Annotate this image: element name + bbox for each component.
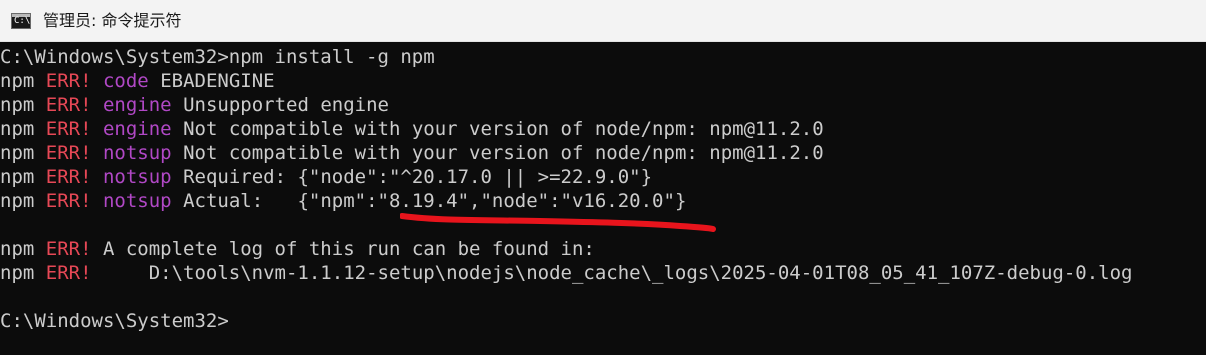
console-text: npm [0,142,46,164]
npm-err-label: ERR! [45,166,92,188]
console-line: npm ERR! notsup Required: {"node":"^20.1… [0,165,652,189]
npm-err-category: engine [102,94,172,116]
npm-err-label: ERR! [45,190,92,212]
npm-err-label: ERR! [45,118,92,140]
console-line: npm ERR! A complete log of this run can … [0,237,595,261]
console-text: Not compatible with your version of node… [171,118,824,140]
window-title: 管理员: 命令提示符 [43,11,182,30]
npm-err-category: notsup [102,190,172,212]
npm-err-category: engine [102,118,172,140]
console-text: npm [0,190,46,212]
console-text: Actual: {"npm":"8.19.4","node":"v16.20.0… [171,190,687,212]
npm-err-label: ERR! [45,70,92,92]
npm-err-category: notsup [102,142,172,164]
npm-err-label: ERR! [45,238,92,260]
console-line: C:\Windows\System32> [0,309,229,333]
console-line: npm ERR! engine Not compatible with your… [0,117,824,141]
console-text: Required: {"node":"^20.17.0 || >=22.9.0"… [171,166,653,188]
console-line: C:\Windows\System32>npm install -g npm [0,45,435,69]
console-text: C:\Windows\System32> [0,310,229,332]
cmd-icon-glyph: C:\ [14,16,31,26]
npm-err-label: ERR! [45,94,92,116]
console-line: npm ERR! D:\tools\nvm-1.1.12-setup\nodej… [0,261,1132,285]
console-text: Not compatible with your version of node… [171,142,824,164]
command-prompt-window: C:\ 管理员: 命令提示符 C:\Windows\System32>npm i… [0,0,1206,355]
console-line: npm ERR! notsup Actual: {"npm":"8.19.4",… [0,189,686,213]
console-text: npm [0,94,46,116]
console-line: npm ERR! code EBADENGINE [0,69,275,93]
console-text: npm [0,262,46,284]
npm-err-label: ERR! [45,142,92,164]
title-bar[interactable]: C:\ 管理员: 命令提示符 [0,0,1206,42]
console-text: npm [0,70,46,92]
npm-err-category: code [102,70,149,92]
console-text: Unsupported engine [171,94,389,116]
cmd-icon: C:\ [11,13,31,29]
npm-err-label: ERR! [45,262,92,284]
console-text: npm [0,166,46,188]
console-text: C:\Windows\System32>npm install -g npm [0,46,435,68]
console-line: npm ERR! engine Unsupported engine [0,93,389,117]
console-output[interactable]: C:\Windows\System32>npm install -g npm np… [0,43,1206,355]
console-line: npm ERR! notsup Not compatible with your… [0,141,824,165]
console-text: EBADENGINE [148,70,275,92]
npm-err-category: notsup [102,166,172,188]
console-text: npm [0,118,46,140]
console-text: A complete log of this run can be found … [91,238,595,260]
console-text: npm [0,238,46,260]
console-text: D:\tools\nvm-1.1.12-setup\nodejs\node_ca… [91,262,1133,284]
